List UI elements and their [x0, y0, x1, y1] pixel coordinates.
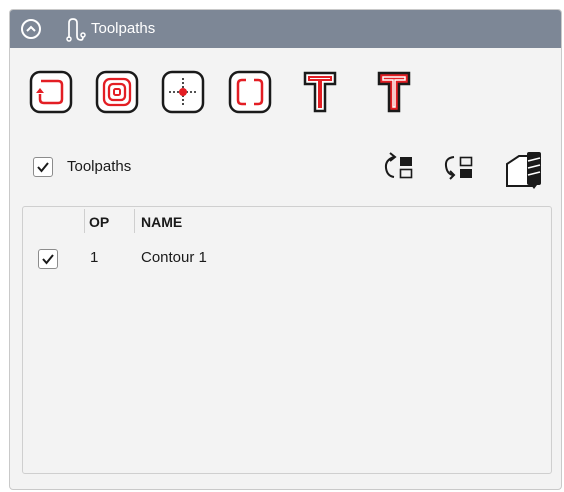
toolpath-icon: [66, 18, 86, 42]
show-toolpaths-label: Toolpaths: [67, 158, 132, 175]
column-header-name[interactable]: NAME: [141, 214, 182, 230]
column-header-op[interactable]: OP: [89, 214, 109, 230]
row-checkbox[interactable]: [38, 249, 58, 269]
toolpath-table: OP NAME 1 Contour 1: [22, 206, 552, 474]
collapse-button[interactable]: [21, 19, 41, 39]
column-divider: [134, 209, 135, 233]
drill-point-tool-icon[interactable]: [161, 70, 205, 114]
checkmark-icon: [42, 254, 54, 265]
checkmark-icon: [37, 162, 49, 173]
row-name[interactable]: Contour 1: [141, 249, 207, 266]
simulate-tool-icon[interactable]: [504, 150, 548, 190]
toolpaths-panel: Toolpaths Toolpaths OP NAME 1 Contour 1: [9, 9, 562, 490]
pocket-start-tool-icon[interactable]: [29, 70, 73, 114]
reorder-down-icon[interactable]: [441, 150, 477, 184]
show-toolpaths-checkbox[interactable]: [33, 157, 53, 177]
profile-tabs-tool-icon[interactable]: [228, 70, 272, 114]
text-engrave-tool-icon[interactable]: [376, 70, 412, 114]
column-divider: [84, 209, 85, 233]
text-outline-tool-icon[interactable]: [302, 70, 338, 114]
row-op[interactable]: 1: [90, 249, 98, 266]
pocket-spiral-tool-icon[interactable]: [95, 70, 139, 114]
panel-titlebar: Toolpaths: [10, 10, 561, 48]
reorder-up-icon[interactable]: [381, 150, 417, 184]
panel-title: Toolpaths: [91, 20, 156, 37]
chevron-up-icon: [26, 25, 36, 32]
